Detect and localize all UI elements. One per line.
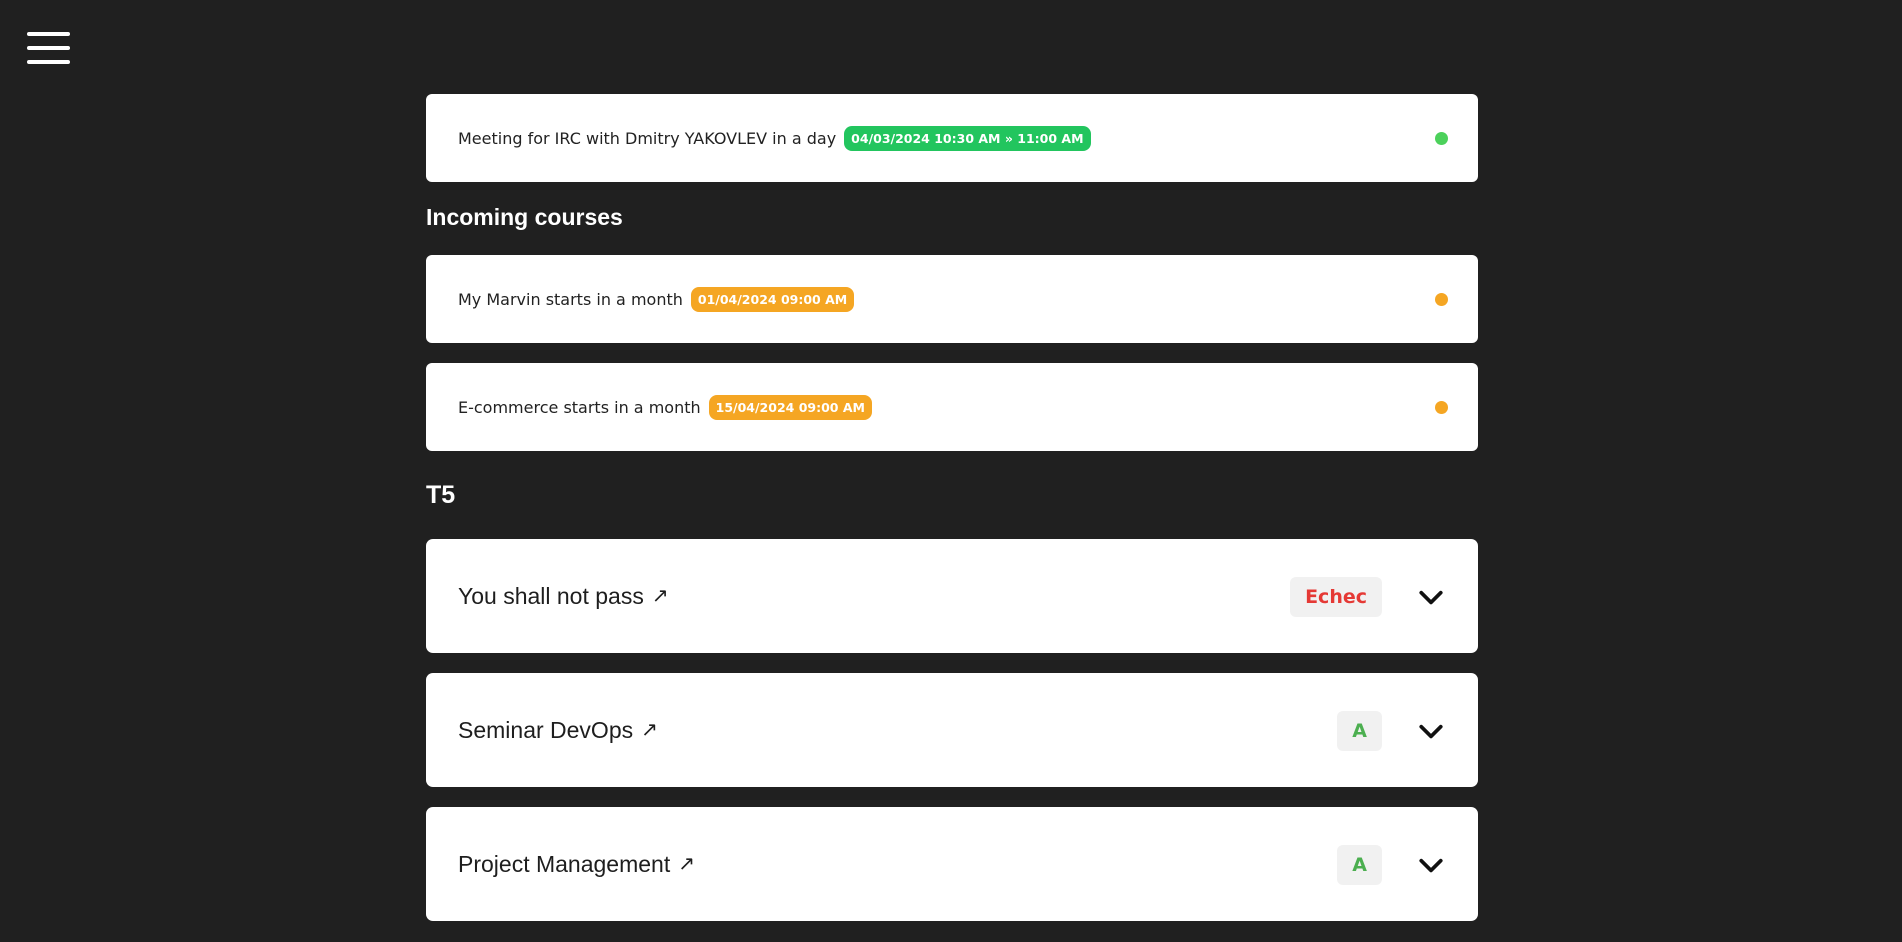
hamburger-menu-icon[interactable] — [27, 32, 70, 64]
event-time-badge: 04/03/2024 10:30 AM » 11:00 AM — [844, 125, 1091, 151]
status-dot — [1435, 293, 1448, 306]
upcoming-event-card[interactable]: Meeting for IRC with Dmitry YAKOVLEV in … — [426, 94, 1478, 182]
grade-badge: Echec — [1290, 577, 1382, 617]
course-card-e-commerce[interactable]: E-commerce starts in a month 15/04/2024 … — [426, 363, 1478, 451]
main-content: Meeting for IRC with Dmitry YAKOVLEV in … — [426, 94, 1478, 941]
module-title: Project Management — [458, 850, 671, 877]
menu-bar-top — [27, 32, 70, 36]
course-text: E-commerce starts in a month — [458, 397, 701, 417]
module-title: You shall not pass — [458, 582, 644, 609]
menu-bar-bottom — [27, 60, 70, 64]
module-title-link[interactable]: Seminar DevOps ↗ — [458, 717, 658, 744]
chevron-down-icon[interactable] — [1418, 584, 1444, 610]
course-date-badge: 15/04/2024 09:00 AM — [708, 394, 872, 420]
chevron-down-icon[interactable] — [1418, 718, 1444, 744]
status-dot — [1435, 132, 1448, 145]
grade-badge: A — [1337, 845, 1382, 885]
grade-badge: A — [1337, 711, 1382, 751]
module-title-link[interactable]: Project Management ↗ — [458, 851, 695, 878]
menu-bar-middle — [27, 46, 70, 50]
external-link-icon: ↗ — [651, 584, 669, 607]
course-card-my-marvin[interactable]: My Marvin starts in a month 01/04/2024 0… — [426, 255, 1478, 343]
module-title-link[interactable]: You shall not pass ↗ — [458, 583, 669, 610]
module-card-project-management[interactable]: Project Management ↗ A — [426, 807, 1478, 921]
module-card-you-shall-not-pass[interactable]: You shall not pass ↗ Echec — [426, 539, 1478, 653]
external-link-icon: ↗ — [678, 852, 695, 875]
event-text: Meeting for IRC with Dmitry YAKOVLEV in … — [458, 128, 837, 148]
section-title-t5: T5 — [426, 481, 456, 509]
module-title: Seminar DevOps — [458, 716, 634, 743]
module-card-seminar-devops[interactable]: Seminar DevOps ↗ A — [426, 673, 1478, 787]
course-text: My Marvin starts in a month — [458, 289, 683, 309]
external-link-icon: ↗ — [641, 718, 658, 741]
status-dot — [1435, 401, 1448, 414]
chevron-down-icon[interactable] — [1418, 852, 1444, 878]
section-title-incoming-courses: Incoming courses — [426, 204, 623, 230]
course-date-badge: 01/04/2024 09:00 AM — [690, 286, 855, 312]
